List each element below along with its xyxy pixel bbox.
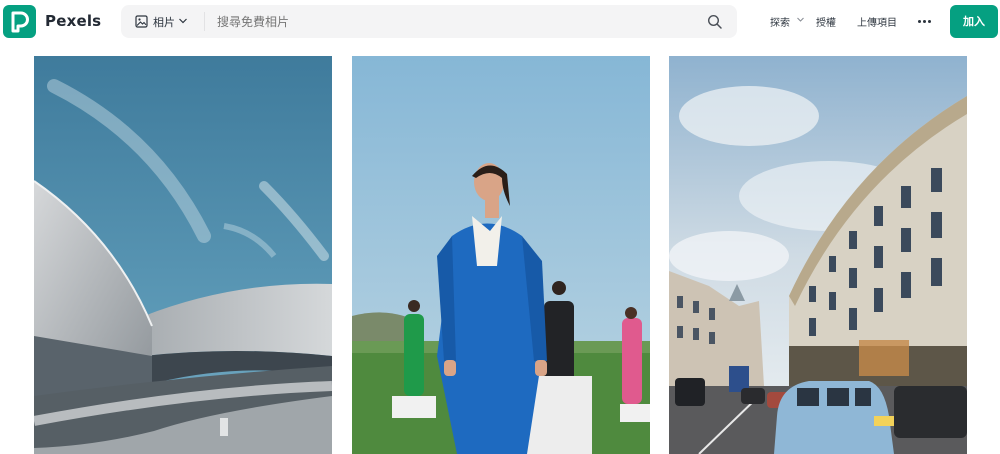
- search-icon[interactable]: [705, 12, 725, 32]
- chevron-down-icon: [179, 18, 187, 24]
- image-icon: [135, 15, 148, 28]
- search-input[interactable]: [217, 12, 687, 31]
- join-button[interactable]: 加入: [950, 5, 998, 38]
- search-type-dropdown[interactable]: 相片: [121, 5, 203, 38]
- nav-explore-label: 探索: [770, 18, 790, 29]
- more-icon[interactable]: [917, 14, 933, 28]
- nav-explore-dropdown[interactable]: 探索: [770, 14, 804, 29]
- top-navbar: Pexels 相片 探索 授權 上傳項目: [0, 0, 1000, 44]
- gallery-photo[interactable]: [669, 56, 967, 454]
- brand-name[interactable]: Pexels: [45, 12, 101, 30]
- pexels-logo-icon[interactable]: [3, 5, 36, 38]
- gallery-photo[interactable]: [34, 56, 332, 454]
- search-bar: 相片: [121, 5, 737, 38]
- chevron-down-icon: [797, 17, 804, 22]
- search-divider: [204, 12, 205, 31]
- nav-upload-link[interactable]: 上傳項目: [857, 14, 897, 29]
- gallery-photo[interactable]: [352, 56, 650, 454]
- search-type-label: 相片: [153, 16, 175, 29]
- nav-license-link[interactable]: 授權: [816, 14, 836, 29]
